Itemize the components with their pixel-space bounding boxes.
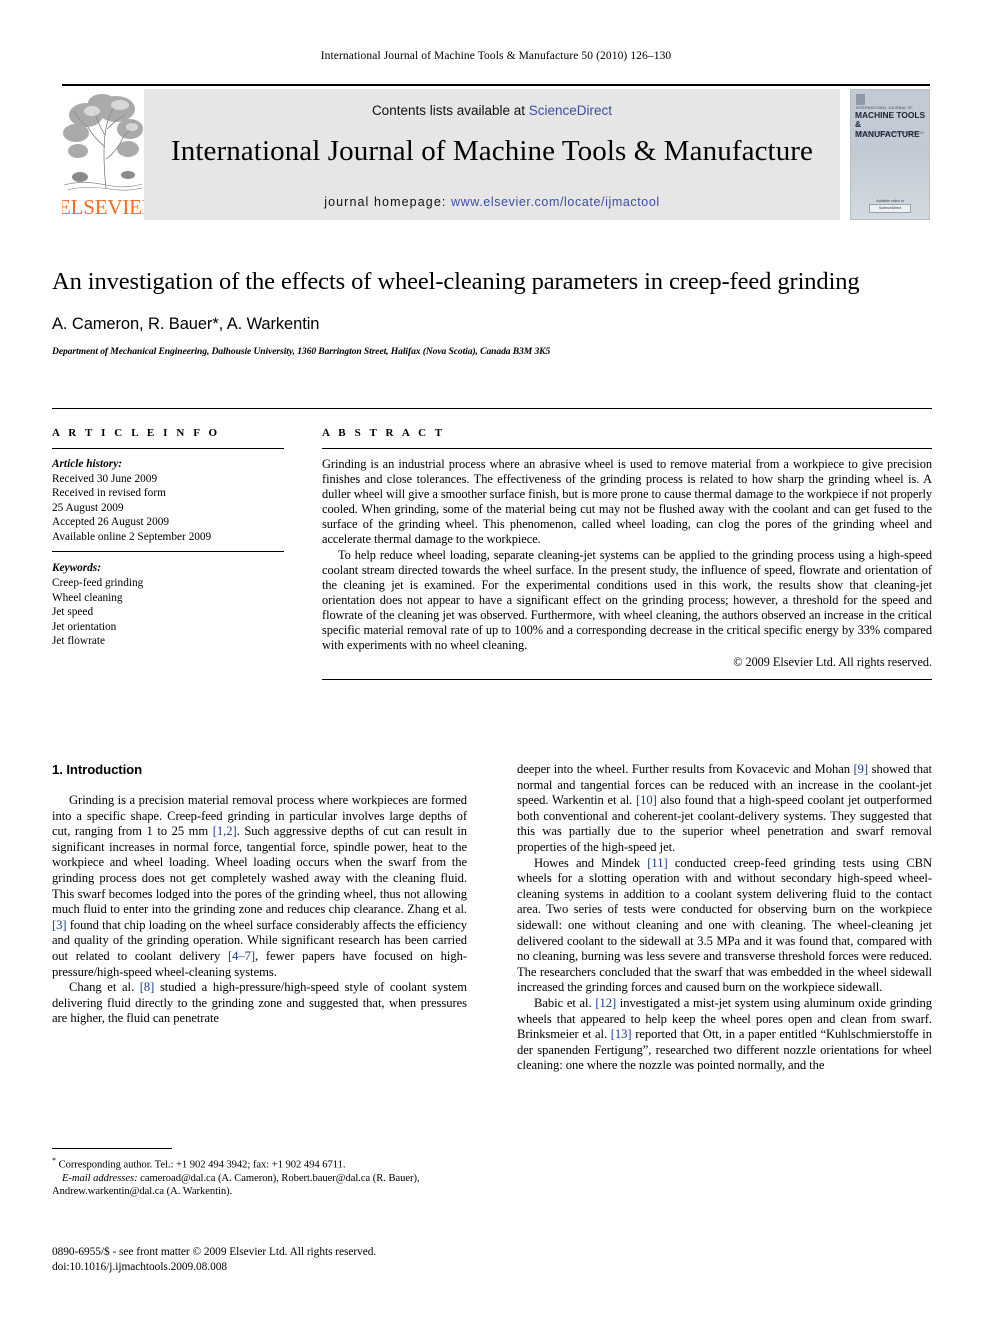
elsevier-tree-icon [62, 89, 144, 193]
corresponding-author-note: * Corresponding author. Tel.: +1 902 494… [52, 1154, 467, 1172]
cover-barcode-mark [856, 94, 865, 105]
article-info-rule [52, 448, 284, 449]
abstract-paragraph: Grinding is an industrial process where … [322, 457, 932, 547]
copyright-line: © 2009 Elsevier Ltd. All rights reserved… [733, 655, 932, 670]
article-history-label: Article history: [52, 458, 122, 470]
body-paragraph: Howes and Mindek [11] conducted creep-fe… [517, 855, 933, 995]
page-title: An investigation of the effects of wheel… [52, 268, 860, 295]
contents-prefix: Contents lists available at [371, 103, 529, 118]
citation-reference[interactable]: [13] [611, 1027, 632, 1041]
article-info-column: A R T I C L E I N F O Article history: R… [52, 427, 284, 649]
citation-reference[interactable]: [3] [52, 918, 67, 932]
homepage-prefix: journal homepage: [324, 195, 452, 209]
history-line: Accepted 26 August 2009 [52, 516, 170, 529]
article-info-heading: A R T I C L E I N F O [52, 427, 221, 439]
body-column-right: deeper into the wheel. Further results f… [517, 762, 932, 1074]
keyword-item: Jet flowrate [52, 635, 106, 648]
section-title-introduction: 1. Introduction [52, 762, 143, 777]
journal-masthead: ELSEVIER Contents lists available at Sci… [62, 84, 930, 222]
citation-reference[interactable]: [9] [854, 762, 869, 776]
info-abstract-section: A R T I C L E I N F O Article history: R… [52, 408, 932, 681]
sciencedirect-link[interactable]: ScienceDirect [529, 103, 612, 118]
journal-homepage-line: journal homepage: www.elsevier.com/locat… [144, 195, 840, 209]
footnote-area: * Corresponding author. Tel.: +1 902 494… [52, 1148, 467, 1199]
abstract-column: A B S T R A C T Grinding is an industria… [322, 427, 932, 681]
citation-reference[interactable]: [1,2] [213, 824, 237, 838]
contents-available-line: Contents lists available at ScienceDirec… [144, 103, 840, 118]
journal-title: International Journal of Machine Tools &… [170, 135, 814, 167]
cover-sciencedirect-badge: ScienceDirect [869, 204, 911, 213]
abstract-bottom-rule [322, 679, 932, 681]
keyword-item: Creep-feed grinding [52, 576, 144, 589]
citation-reference[interactable]: [12] [595, 996, 616, 1010]
corresponding-author-text: Corresponding author. Tel.: +1 902 494 3… [58, 1159, 346, 1171]
doi-line[interactable]: doi:10.1016/j.ijmachtools.2009.08.008 [52, 1260, 482, 1275]
body-column-left: 1. Introduction Grinding is a precision … [52, 762, 467, 1027]
elsevier-logo: ELSEVIER [62, 89, 144, 220]
history-line: Received 30 June 2009 [52, 472, 158, 485]
homepage-url-link[interactable]: www.elsevier.com/locate/ijmactool [451, 195, 660, 209]
asterisk-marker: * [52, 1156, 56, 1165]
body-paragraph: Grinding is a precision material removal… [52, 793, 467, 979]
email-label: E-mail addresses: [62, 1172, 138, 1184]
keywords-block: Keywords: Creep-feed grinding Wheel clea… [52, 552, 284, 648]
citation-reference[interactable]: [10] [636, 793, 657, 807]
body-paragraph: Babic et al. [12] investigated a mist-je… [517, 995, 932, 1073]
paper-page: International Journal of Machine Tools &… [0, 0, 992, 1323]
keywords-label: Keywords: [52, 562, 101, 575]
journal-cover-thumbnail: INTERNATIONAL JOURNAL OF MACHINE TOOLS &… [850, 89, 930, 220]
history-line: Received in revised form [52, 487, 166, 500]
history-line: Available online 2 September 2009 [52, 530, 212, 543]
abstract-paragraph: To help reduce wheel loading, separate c… [322, 547, 932, 653]
body-paragraph: Chang et al. [8] studied a high-pressure… [52, 980, 467, 1026]
citation-reference[interactable]: [4–7] [228, 949, 255, 963]
author-list: A. Cameron, R. Bauer*, A. Warkentin [52, 315, 320, 333]
title-block: An investigation of the effects of wheel… [52, 266, 932, 357]
article-history-block: Article history: Received 30 June 2009 R… [52, 457, 284, 553]
citation-reference[interactable]: [11] [647, 856, 667, 870]
citation-reference[interactable]: [8] [140, 980, 155, 994]
abstract-rule [322, 448, 932, 449]
body-paragraph: deeper into the wheel. Further results f… [517, 762, 932, 854]
cover-bottom-label: Available online at [876, 199, 904, 203]
email-note: E-mail addresses: cameroad@dal.ca (A. Ca… [52, 1172, 467, 1199]
body-columns: 1. Introduction Grinding is a precision … [52, 762, 932, 1202]
issn-line: 0890-6955/$ - see front matter © 2009 El… [52, 1246, 377, 1258]
keyword-item: Wheel cleaning [52, 591, 123, 604]
issn-doi-block: 0890-6955/$ - see front matter © 2009 El… [52, 1245, 482, 1275]
footnote-rule [52, 1148, 172, 1149]
history-line: 25 August 2009 [52, 501, 124, 514]
keyword-item: Jet orientation [52, 620, 117, 633]
cover-subtitle: DESIGN, RESEARCH AND APPLICATION [856, 131, 924, 135]
abstract-heading: A B S T R A C T [322, 427, 446, 439]
keyword-item: Jet speed [52, 606, 94, 619]
masthead-center-panel: Contents lists available at ScienceDirec… [144, 89, 840, 220]
affiliation: Department of Mechanical Engineering, Da… [52, 346, 551, 357]
running-head: International Journal of Machine Tools &… [320, 50, 672, 62]
elsevier-wordmark: ELSEVIER [62, 195, 144, 219]
abstract-body: Grinding is an industrial process where … [322, 457, 932, 670]
